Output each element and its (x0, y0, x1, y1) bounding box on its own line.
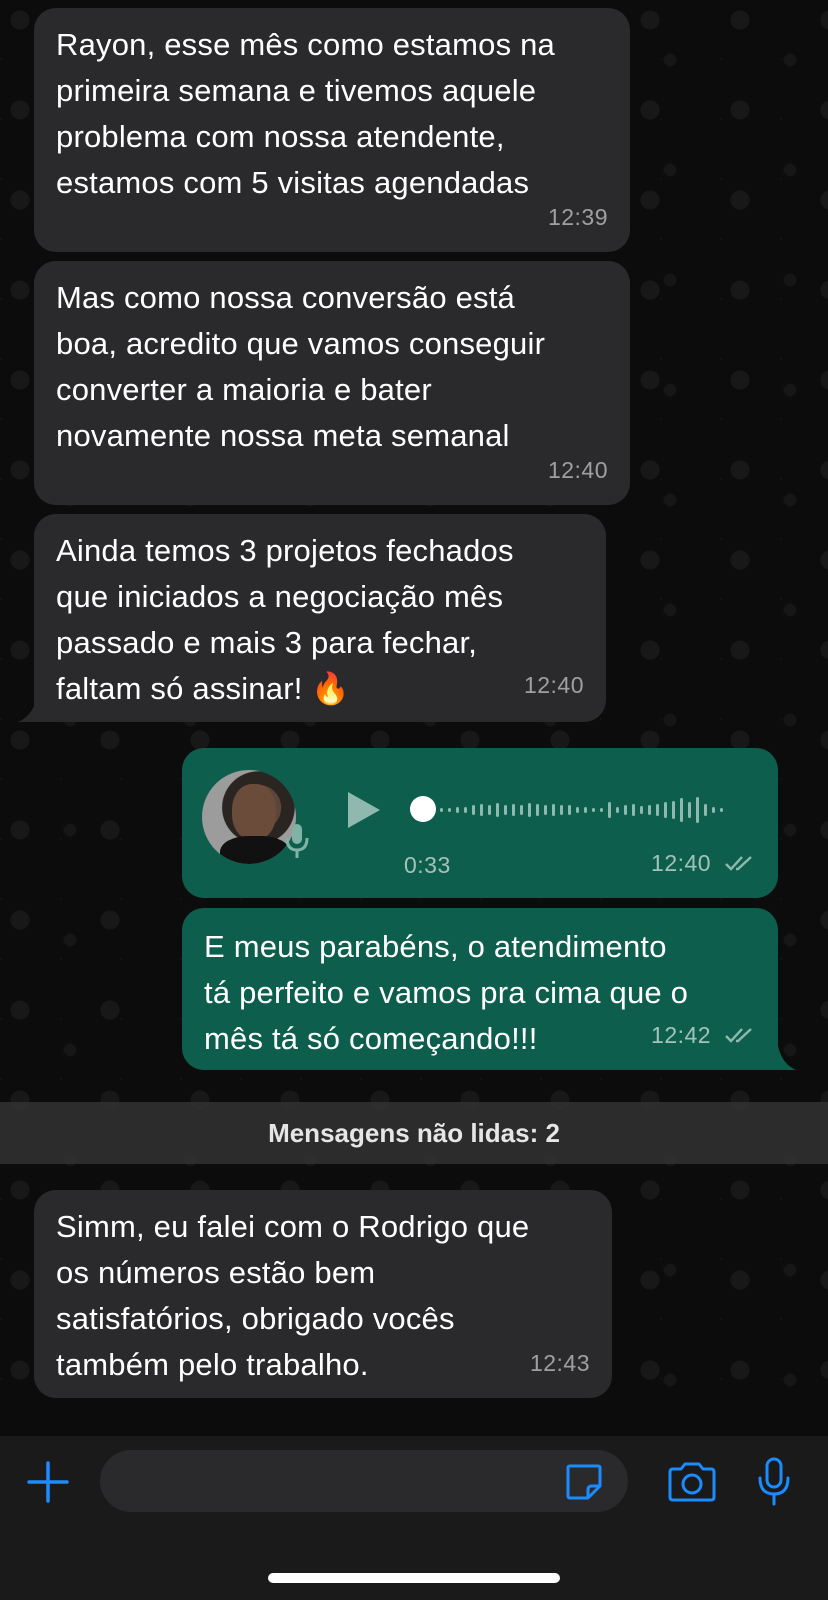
message-text: Ainda temos 3 projetos fechados que inic… (56, 533, 514, 706)
play-icon[interactable] (344, 790, 382, 830)
microphone-button-icon[interactable] (756, 1456, 792, 1508)
message-input[interactable] (100, 1450, 628, 1512)
plus-icon[interactable] (26, 1460, 70, 1504)
message-time: 12:40 (651, 840, 756, 886)
message-time: 12:40 (523, 672, 584, 698)
home-indicator[interactable] (268, 1573, 560, 1583)
message-time: 12:42 (651, 1012, 756, 1058)
avatar (202, 770, 296, 864)
voice-playhead[interactable] (410, 796, 436, 822)
bubble-tail (770, 1046, 796, 1070)
message-time: 12:39 (547, 204, 608, 230)
double-check-icon (725, 1028, 752, 1043)
message-time: 12:40 (547, 457, 608, 483)
voice-message-bubble[interactable]: 0:33 12:40 (182, 748, 778, 898)
message-bubble-incoming[interactable]: Ainda temos 3 projetos fechados que inic… (34, 514, 606, 722)
message-bubble-outgoing[interactable]: E meus parabéns, o atendimento tá perfei… (182, 908, 778, 1070)
camera-icon[interactable] (666, 1460, 718, 1504)
double-check-icon (725, 856, 752, 871)
message-text: Mas como nossa conversão está boa, acred… (56, 280, 546, 453)
voice-waveform[interactable] (438, 786, 738, 834)
voice-duration: 0:33 (404, 852, 451, 878)
unread-divider-label: Mensagens não lidas: 2 (268, 1117, 560, 1148)
bubble-tail (18, 700, 48, 722)
message-text: Rayon, esse mês como estamos na primeira… (56, 27, 555, 200)
fire-emoji: 🔥 (311, 671, 351, 706)
message-text: Simm, eu falei com o Rodrigo que os núme… (56, 1209, 530, 1382)
message-bubble-incoming[interactable]: Mas como nossa conversão está boa, acred… (34, 261, 630, 505)
message-bubble-incoming[interactable]: Rayon, esse mês como estamos na primeira… (34, 8, 630, 252)
message-time: 12:43 (529, 1350, 590, 1376)
unread-messages-divider: Mensagens não lidas: 2 (0, 1102, 828, 1164)
microphone-icon (285, 824, 309, 858)
sticker-icon[interactable] (564, 1462, 604, 1502)
message-bubble-incoming[interactable]: Simm, eu falei com o Rodrigo que os núme… (34, 1190, 612, 1398)
